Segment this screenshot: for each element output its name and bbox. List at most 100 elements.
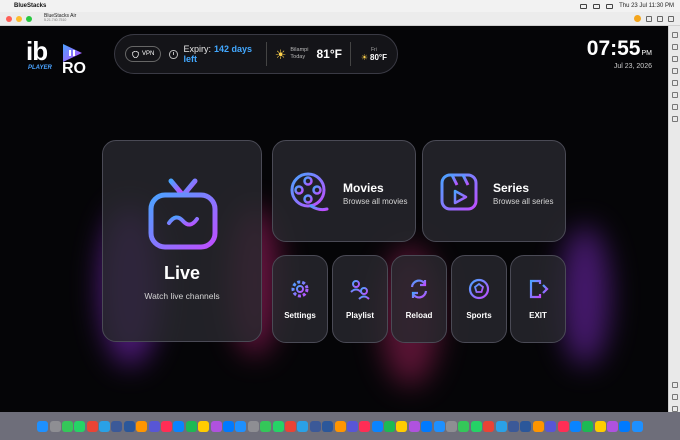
back-icon[interactable] bbox=[671, 382, 678, 388]
dock-notes-icon[interactable] bbox=[284, 420, 296, 432]
dock-telegram-icon[interactable] bbox=[123, 420, 135, 432]
dock-calendar-icon[interactable] bbox=[322, 420, 334, 432]
exit-tile[interactable]: EXIT bbox=[510, 255, 566, 343]
dock-launchpad-icon[interactable] bbox=[49, 420, 61, 432]
dock-facetime-icon[interactable] bbox=[309, 420, 321, 432]
folder-icon[interactable] bbox=[671, 92, 678, 98]
menu-datetime[interactable]: Thu 23 Jul 11:30 PM bbox=[619, 3, 674, 9]
dock-skype-icon[interactable] bbox=[569, 420, 581, 432]
dock-settings-icon[interactable] bbox=[272, 420, 284, 432]
reload-tile[interactable]: Reload bbox=[391, 255, 447, 343]
logo-pro-text: RO bbox=[62, 60, 86, 77]
vpn-button[interactable]: VPN bbox=[125, 46, 162, 62]
volume-icon[interactable] bbox=[671, 44, 678, 50]
dock-preview-icon[interactable] bbox=[359, 420, 371, 432]
dock-maps2-icon[interactable] bbox=[532, 420, 544, 432]
menu-app-name[interactable]: BlueStacks bbox=[14, 3, 46, 9]
apk-install-icon[interactable] bbox=[671, 80, 678, 86]
dock-illustrator-icon[interactable] bbox=[458, 420, 470, 432]
dock-facebook-icon[interactable] bbox=[136, 420, 148, 432]
dock-music-icon[interactable] bbox=[235, 420, 247, 432]
wifi-icon[interactable] bbox=[593, 3, 601, 9]
live-title: Live bbox=[163, 263, 201, 283]
background-glow bbox=[560, 226, 610, 366]
battery-icon[interactable] bbox=[580, 3, 588, 9]
dock-numbers-icon[interactable] bbox=[384, 420, 396, 432]
reload-title: Reload bbox=[405, 311, 433, 320]
reload-icon-wrap bbox=[392, 278, 446, 300]
series-tile[interactable]: Series Browse all series bbox=[422, 140, 566, 242]
macos-dock bbox=[0, 412, 680, 440]
close-window-button[interactable] bbox=[6, 15, 12, 22]
dock-books-icon[interactable] bbox=[607, 420, 619, 432]
status-bar: VPN Expiry: 142 days left ☀ Bilampi Today… bbox=[114, 34, 398, 74]
home-icon[interactable] bbox=[671, 32, 678, 38]
film-reel-icon bbox=[290, 172, 329, 212]
dock-bluestacks-icon[interactable] bbox=[470, 420, 482, 432]
ibo-pro-logo: ib PLAYER RO bbox=[26, 36, 90, 78]
minimize-window-button[interactable] bbox=[16, 15, 22, 22]
dock-terminal-icon[interactable] bbox=[346, 420, 358, 432]
dock-teams-icon[interactable] bbox=[483, 420, 495, 432]
dock-zoom-icon[interactable] bbox=[396, 420, 408, 432]
coin-icon[interactable] bbox=[634, 15, 641, 22]
dock-trash-icon[interactable] bbox=[631, 420, 643, 432]
dock-safari-icon[interactable] bbox=[61, 420, 73, 432]
dock-outlook-icon[interactable] bbox=[582, 420, 594, 432]
clock-date: Jul 23, 2026 bbox=[613, 63, 652, 70]
control-center-icon[interactable] bbox=[606, 3, 614, 9]
dock-reminders-icon[interactable] bbox=[619, 420, 631, 432]
dock-keynote-icon[interactable] bbox=[161, 420, 173, 432]
forecast-temperature: 80°F bbox=[370, 52, 387, 62]
dock-notion-icon[interactable] bbox=[495, 420, 507, 432]
dock-slack-icon[interactable] bbox=[507, 420, 519, 432]
dock-appstore-icon[interactable] bbox=[210, 420, 222, 432]
dock-finder2-icon[interactable] bbox=[185, 420, 197, 432]
movies-tile[interactable]: Movies Browse all movies bbox=[272, 140, 416, 242]
shield-icon bbox=[132, 50, 139, 58]
dock-textedit-icon[interactable] bbox=[421, 420, 433, 432]
settings-tile[interactable]: Settings bbox=[272, 255, 328, 343]
dock-finder-icon[interactable] bbox=[37, 420, 49, 432]
rotate-icon[interactable] bbox=[671, 104, 678, 110]
dock-vscode-icon[interactable] bbox=[334, 420, 346, 432]
weather-forecast: Fri ☀ 80°F bbox=[361, 47, 387, 62]
dock-messages-icon[interactable] bbox=[74, 420, 86, 432]
dock-pages-icon[interactable] bbox=[371, 420, 383, 432]
dock-xcode-icon[interactable] bbox=[433, 420, 445, 432]
status-divider bbox=[265, 42, 267, 66]
forecast-row: ☀ 80°F bbox=[361, 53, 387, 62]
dock-music2-icon[interactable] bbox=[594, 420, 606, 432]
clock-display: 07:55PM Jul 23, 2026 bbox=[587, 37, 652, 70]
fullscreen-window-button[interactable] bbox=[26, 15, 32, 22]
sports-title: Sports bbox=[466, 311, 492, 320]
clock-icon bbox=[169, 49, 178, 59]
dock-vlc-icon[interactable] bbox=[545, 420, 557, 432]
dock-chrome-icon[interactable] bbox=[99, 420, 111, 432]
screenshot-icon[interactable] bbox=[671, 56, 678, 62]
live-tile[interactable]: Live Watch live channels bbox=[102, 140, 262, 342]
dock-contacts-icon[interactable] bbox=[297, 420, 309, 432]
dock-calculator-icon[interactable] bbox=[198, 420, 210, 432]
dock-discord-icon[interactable] bbox=[557, 420, 569, 432]
weather-day: Today bbox=[290, 54, 306, 60]
dock-photoshop-icon[interactable] bbox=[446, 420, 458, 432]
dock-excel-icon[interactable] bbox=[222, 420, 234, 432]
menu-icon[interactable] bbox=[668, 15, 674, 22]
android-home-icon[interactable] bbox=[671, 394, 678, 400]
dock-maps-icon[interactable] bbox=[260, 420, 272, 432]
dock-whatsapp-icon[interactable] bbox=[86, 420, 98, 432]
sports-tile[interactable]: Sports bbox=[451, 255, 507, 343]
account-icon[interactable] bbox=[657, 15, 663, 22]
dock-photos-icon[interactable] bbox=[173, 420, 185, 432]
dock-tv-icon[interactable] bbox=[520, 420, 532, 432]
notification-icon[interactable] bbox=[646, 15, 652, 22]
dock-mail-icon[interactable] bbox=[111, 420, 123, 432]
playlist-tile[interactable]: Playlist bbox=[332, 255, 388, 343]
dock-spotify-icon[interactable] bbox=[247, 420, 259, 432]
weather-temperature: 81°F bbox=[316, 47, 342, 61]
dock-word-icon[interactable] bbox=[148, 420, 160, 432]
dock-powerpoint-icon[interactable] bbox=[408, 420, 420, 432]
keyboard-icon[interactable] bbox=[671, 68, 678, 74]
more-icon[interactable] bbox=[671, 116, 678, 122]
